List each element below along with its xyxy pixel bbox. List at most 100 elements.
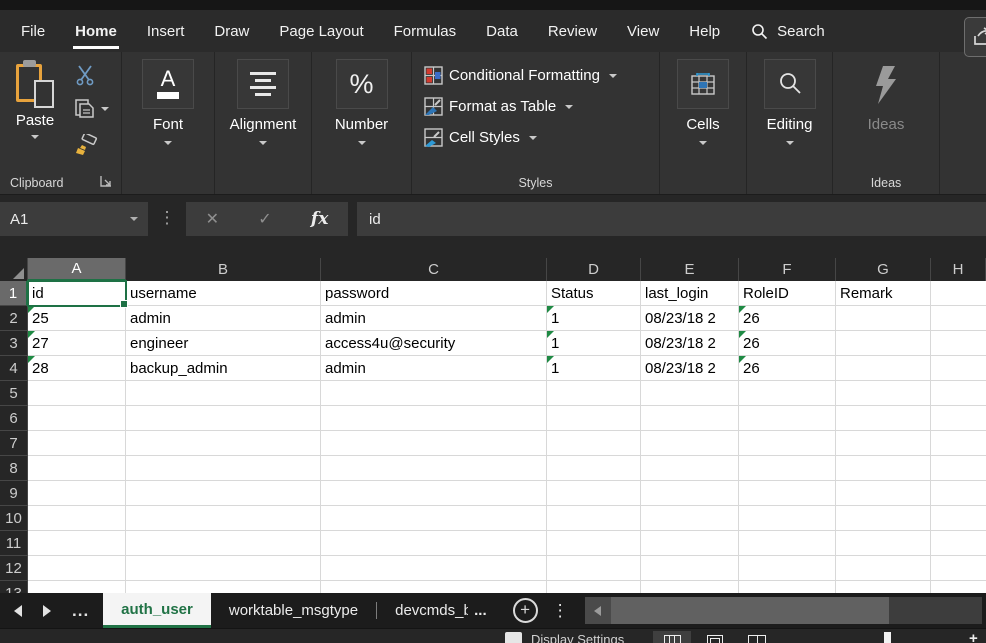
cell[interactable] [547,406,641,431]
cell[interactable] [126,406,321,431]
cell[interactable] [28,456,126,481]
cells-group-button[interactable]: Cells [660,52,746,194]
page-break-view-button[interactable] [748,635,766,643]
paste-button[interactable]: Paste [8,60,62,139]
new-sheet-button[interactable]: + [513,598,538,623]
cell[interactable] [739,456,836,481]
copy-button[interactable] [74,98,109,120]
cell-c4[interactable]: admin [321,356,547,381]
sheet-tab-devcmds[interactable]: devcmds_ba ... [377,593,505,628]
cell[interactable] [321,531,547,556]
cell-d3[interactable]: 1 [547,331,641,356]
cell-a3[interactable]: 27 [28,331,126,356]
row-header-13[interactable]: 13 [0,581,28,593]
column-header-f[interactable]: F [739,258,836,281]
column-header-h[interactable]: H [931,258,986,281]
cell[interactable] [836,506,931,531]
cell[interactable] [28,556,126,581]
cell-d2[interactable]: 1 [547,306,641,331]
cell[interactable] [836,406,931,431]
cell[interactable] [28,406,126,431]
formula-bar-drag-handle[interactable]: ⋮ [148,202,186,234]
cell[interactable] [126,481,321,506]
cell-f3[interactable]: 26 [739,331,836,356]
row-header-8[interactable]: 8 [0,456,28,481]
row-header-3[interactable]: 3 [0,331,28,356]
cancel-icon[interactable]: ✕ [206,209,219,229]
insert-function-button[interactable]: fx [311,209,328,229]
cell[interactable] [836,431,931,456]
page-layout-view-button[interactable] [707,635,723,643]
column-header-g[interactable]: G [836,258,931,281]
row-header-12[interactable]: 12 [0,556,28,581]
zoom-in-button[interactable]: + [969,630,978,643]
cell[interactable] [321,456,547,481]
cell[interactable] [931,456,986,481]
row-header-7[interactable]: 7 [0,431,28,456]
cell-c2[interactable]: admin [321,306,547,331]
cell-g1[interactable]: Remark [836,281,931,306]
normal-view-button[interactable] [653,631,691,643]
cell-g4[interactable] [836,356,931,381]
cell-d1[interactable]: Status [547,281,641,306]
column-header-c[interactable]: C [321,258,547,281]
format-as-table-button[interactable]: Format as Table [424,91,659,122]
cell[interactable] [739,406,836,431]
name-box[interactable]: A1 [0,202,148,236]
conditional-formatting-button[interactable]: Conditional Formatting [424,60,659,91]
cell[interactable] [547,381,641,406]
cell[interactable] [126,581,321,593]
cell[interactable] [547,581,641,593]
formula-input[interactable]: id [357,202,986,236]
column-header-a[interactable]: A [28,258,126,281]
display-settings-button[interactable]: Display Settings [531,632,624,643]
row-header-1[interactable]: 1 [0,281,28,306]
previous-sheet-icon[interactable] [14,605,22,617]
cell-f2[interactable]: 26 [739,306,836,331]
cell[interactable] [28,381,126,406]
cell[interactable] [547,556,641,581]
horizontal-scrollbar[interactable] [585,597,982,624]
alignment-group-button[interactable]: Alignment [215,52,311,194]
cell-h2[interactable] [931,306,986,331]
cell[interactable] [931,531,986,556]
row-header-5[interactable]: 5 [0,381,28,406]
share-button[interactable] [964,17,986,57]
cell[interactable] [739,531,836,556]
column-header-b[interactable]: B [126,258,321,281]
cell[interactable] [126,381,321,406]
sheet-tab-auth-user[interactable]: auth_user [103,593,211,628]
cell-b4[interactable]: backup_admin [126,356,321,381]
cell[interactable] [739,581,836,593]
cell[interactable] [836,456,931,481]
row-header-11[interactable]: 11 [0,531,28,556]
cell[interactable] [931,481,986,506]
cell[interactable] [836,531,931,556]
cell-e4[interactable]: 08/23/18 2 [641,356,739,381]
tab-data[interactable]: Data [471,10,533,52]
cell[interactable] [641,506,739,531]
cell[interactable] [28,506,126,531]
cell-e3[interactable]: 08/23/18 2 [641,331,739,356]
tab-insert[interactable]: Insert [132,10,200,52]
cell[interactable] [641,381,739,406]
cell[interactable] [547,431,641,456]
cell-d4[interactable]: 1 [547,356,641,381]
cell[interactable] [321,431,547,456]
cell[interactable] [641,556,739,581]
tab-file[interactable]: File [6,10,60,52]
row-header-6[interactable]: 6 [0,406,28,431]
sheet-list-ellipsis[interactable]: ... [72,601,89,621]
row-header-2[interactable]: 2 [0,306,28,331]
row-header-4[interactable]: 4 [0,356,28,381]
cell-c3[interactable]: access4u@security [321,331,547,356]
cell[interactable] [321,581,547,593]
cell-f1[interactable]: RoleID [739,281,836,306]
number-group-button[interactable]: % Number [312,52,411,194]
cell[interactable] [126,456,321,481]
cell-b1[interactable]: username [126,281,321,306]
cell[interactable] [547,506,641,531]
cell[interactable] [931,556,986,581]
cell[interactable] [321,556,547,581]
scrollbar-thumb[interactable] [611,597,889,624]
